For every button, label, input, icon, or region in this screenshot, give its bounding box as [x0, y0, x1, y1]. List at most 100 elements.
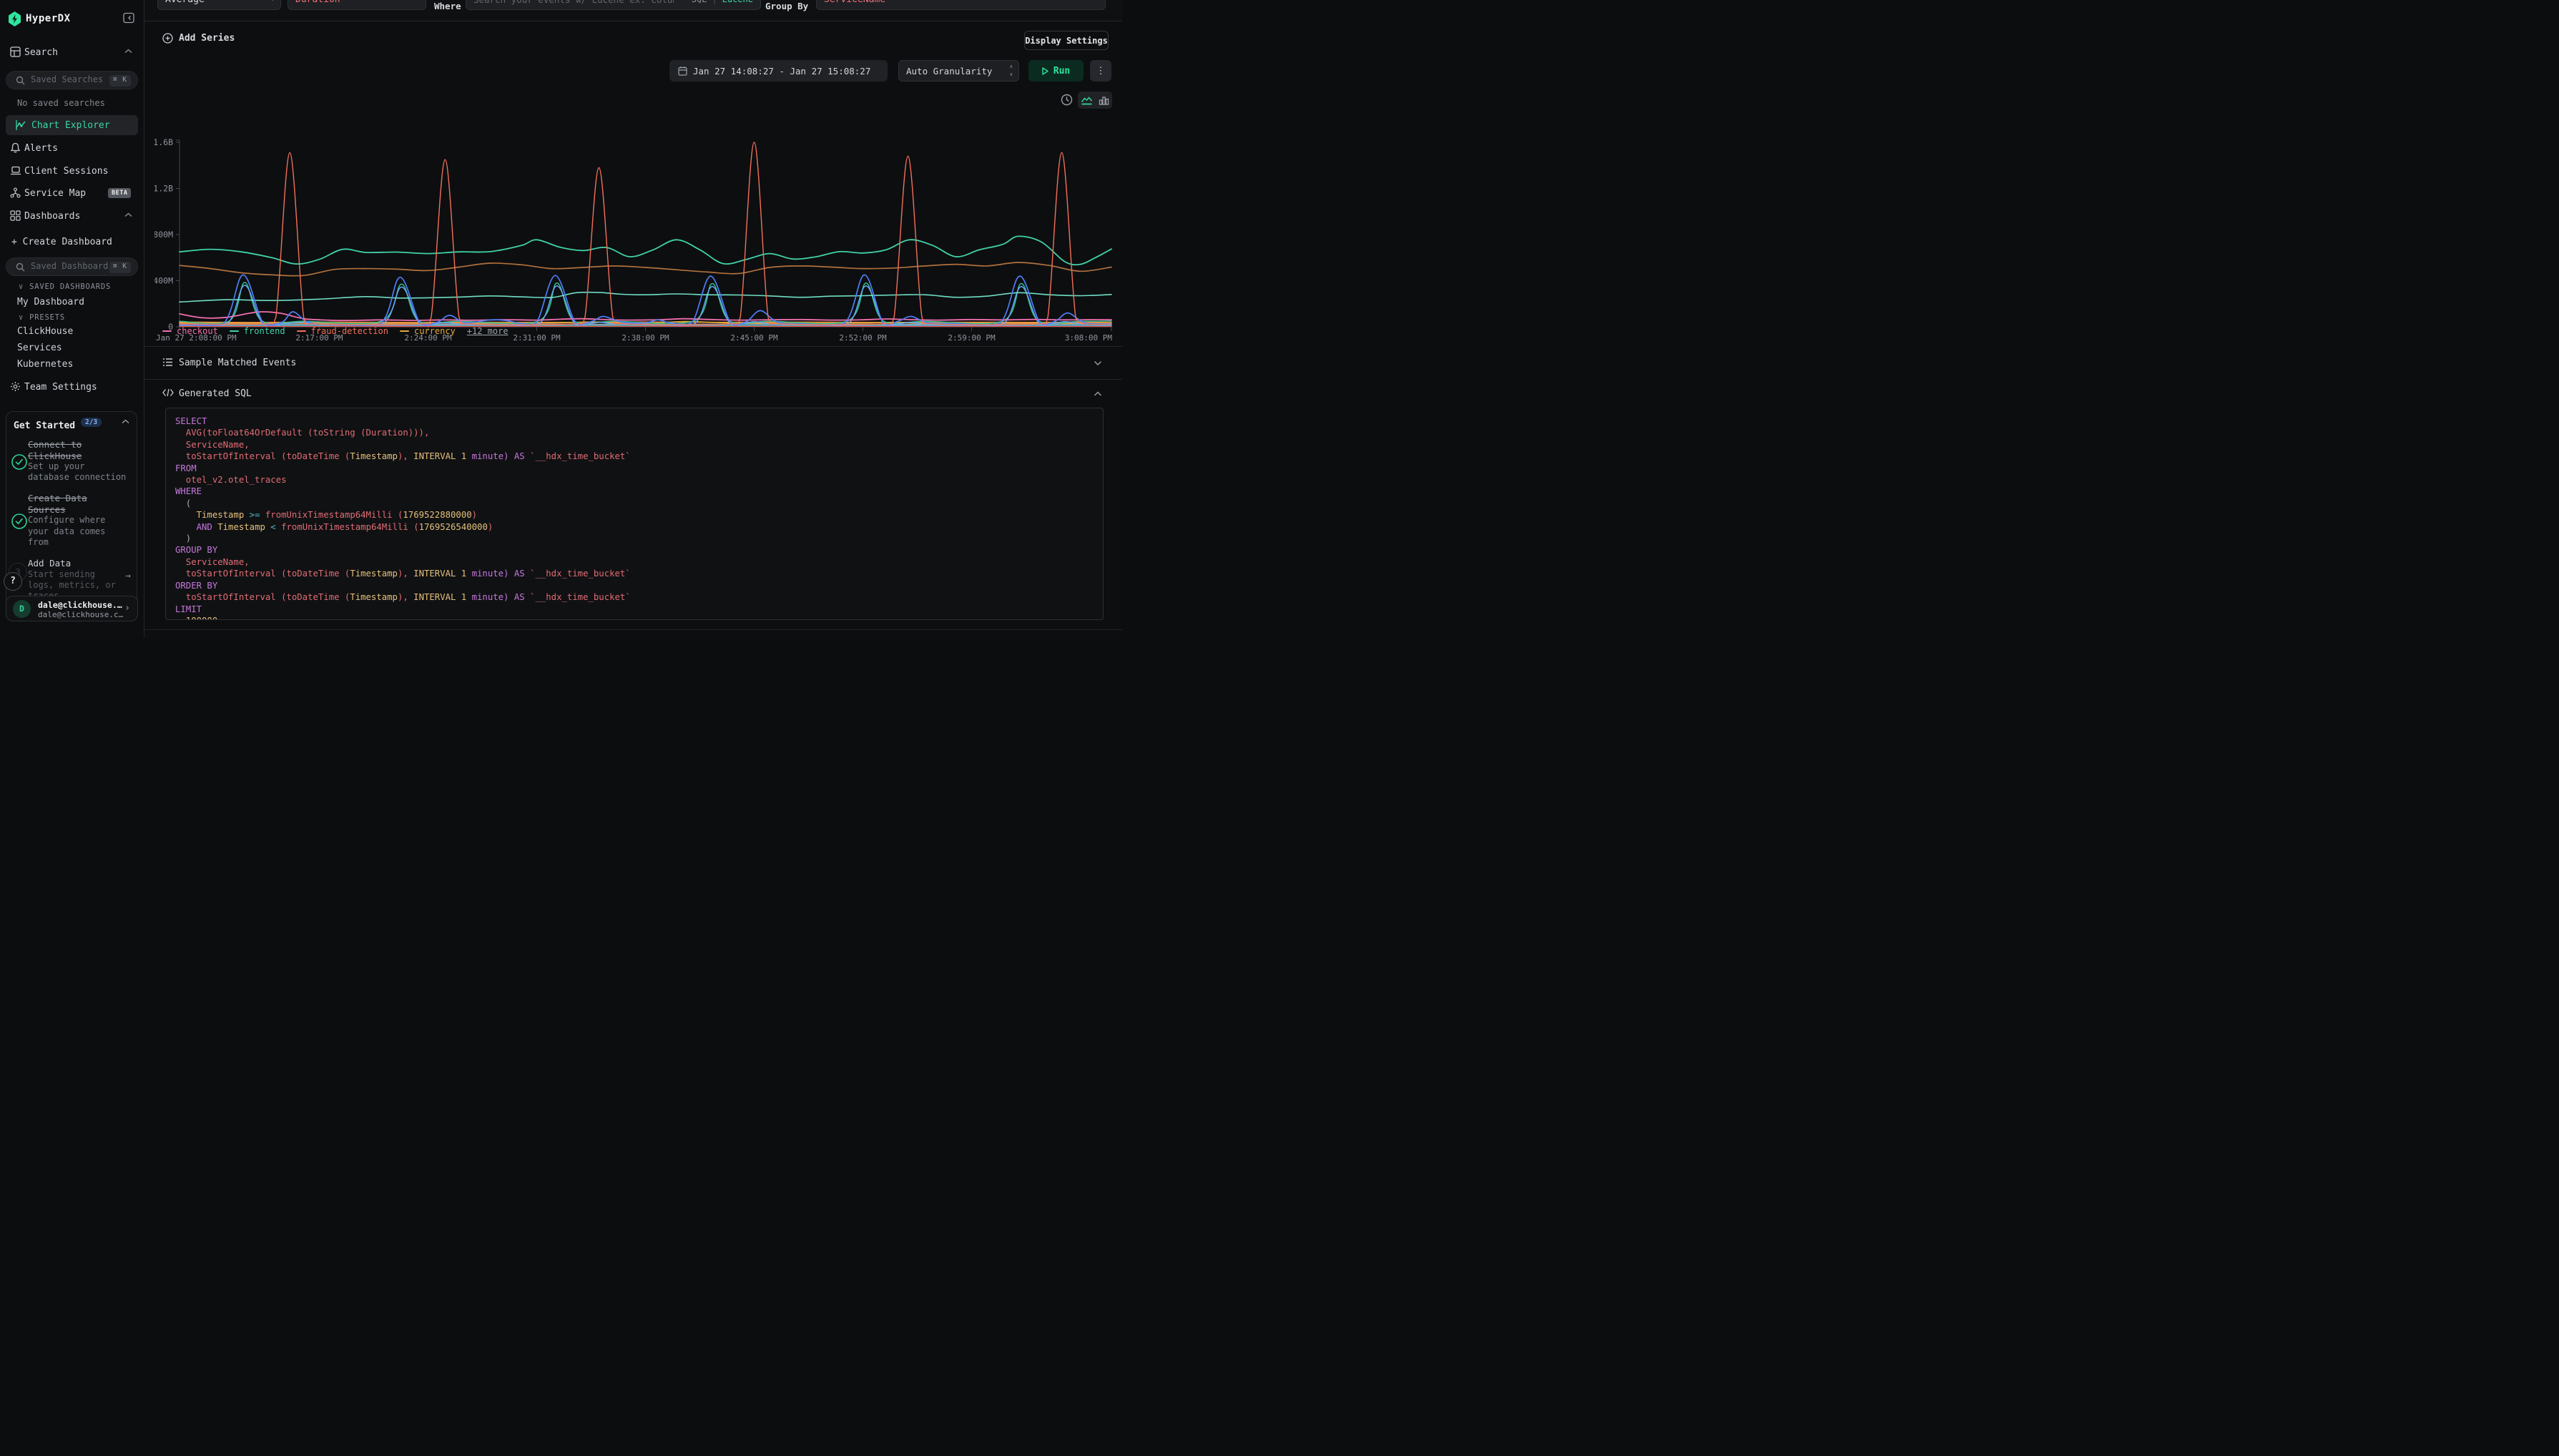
group-by-input-box[interactable]: [816, 0, 1106, 10]
saved-searches-input[interactable]: [31, 74, 108, 84]
service-map-icon: [10, 187, 21, 199]
line-chart-type-button[interactable]: [1081, 95, 1093, 106]
code-icon: [162, 388, 173, 399]
avatar: D: [13, 600, 31, 618]
sidebar-item-preset-kubernetes[interactable]: Kubernetes: [0, 357, 144, 373]
aggregation-value: Average: [165, 0, 205, 5]
sidebar-item-label: Team Settings: [24, 382, 97, 393]
chart-explorer-icon: [15, 119, 26, 131]
sample-matched-events-section[interactable]: Sample Matched Events: [144, 346, 1122, 379]
saved-searches-search[interactable]: ⌘ K: [6, 71, 138, 89]
get-started-step[interactable]: Create Data SourcesConfigure where your …: [6, 488, 137, 554]
legend-label: frontend: [244, 326, 285, 336]
sidebar-item-preset-clickhouse[interactable]: ClickHouse: [0, 324, 144, 340]
sidebar-item-alerts[interactable]: Alerts: [0, 142, 144, 155]
add-series-button[interactable]: Add Series: [162, 33, 235, 44]
legend-item-frontend[interactable]: frontend: [230, 326, 285, 336]
svg-text:800M: 800M: [154, 230, 173, 240]
table-icon: [10, 46, 21, 58]
granularity-value: Auto Granularity: [906, 66, 992, 77]
chevron-up-icon[interactable]: [124, 49, 132, 54]
sidebar-item-chart-explorer[interactable]: Chart Explorer: [6, 115, 138, 135]
generated-sql-section[interactable]: Generated SQL: [144, 379, 1122, 408]
granularity-select[interactable]: Auto Granularity ∧∨: [898, 60, 1019, 82]
step-title: Create Data Sources: [28, 493, 99, 515]
mode-divider: |: [712, 0, 717, 4]
step-title: Connect to ClickHouse: [28, 439, 99, 461]
get-started-progress-badge: 2/3: [81, 418, 102, 427]
legend-item-checkout[interactable]: checkout: [162, 326, 218, 336]
svg-text:2:38:00 PM: 2:38:00 PM: [622, 333, 669, 343]
lucene-search-input[interactable]: [473, 0, 674, 5]
svg-text:400M: 400M: [154, 276, 173, 286]
mode-lucene-toggle[interactable]: Lucene: [722, 0, 753, 4]
presets-section-header[interactable]: ∨PRESETS: [19, 313, 65, 322]
saved-dashboards-input[interactable]: [31, 261, 108, 271]
get-started-step[interactable]: Connect to ClickHouseSet up your databas…: [6, 435, 137, 488]
legend-swatch: [400, 330, 409, 333]
group-by-label: Group By: [765, 1, 808, 11]
sidebar-item-preset-services[interactable]: Services: [0, 340, 144, 357]
legend-item-fraud-detection[interactable]: fraud-detection: [297, 326, 388, 336]
bottom-divider: [144, 629, 1122, 630]
chevron-right-icon: ›: [124, 603, 130, 614]
sidebar-collapse-icon[interactable]: [123, 12, 136, 25]
generated-sql-code[interactable]: SELECT AVG(toFloat64OrDefault (toString …: [165, 408, 1104, 620]
help-button[interactable]: ?: [4, 572, 22, 591]
section-title: Generated SQL: [179, 388, 252, 399]
sidebar-item-dashboards[interactable]: Dashboards: [0, 210, 144, 223]
legend-swatch: [297, 330, 306, 333]
chevron-up-icon[interactable]: [1094, 391, 1102, 397]
app-title: HyperDX: [26, 13, 71, 24]
sidebar-item-search[interactable]: Search: [0, 46, 144, 59]
sidebar-item-label: Client Sessions: [24, 166, 108, 177]
saved-dashboards-section-header[interactable]: ∨SAVED DASHBOARDS: [19, 282, 111, 291]
legend-items: checkout frontend fraud-detection currency: [162, 326, 456, 336]
date-range-picker[interactable]: Jan 27 14:08:27 - Jan 27 15:08:27: [669, 60, 888, 82]
chevron-up-icon[interactable]: [124, 212, 132, 217]
beta-badge: BETA: [108, 188, 131, 198]
sidebar-item-client-sessions[interactable]: Client Sessions: [0, 165, 144, 178]
legend-label: checkout: [177, 326, 218, 336]
chevron-down-icon[interactable]: [1094, 360, 1102, 366]
user-menu[interactable]: D dale@clickhouse.… dale@clickhouse.c… ›: [6, 596, 138, 621]
get-started-title: Get Started: [14, 420, 75, 431]
sidebar-item-team-settings[interactable]: Team Settings: [0, 381, 144, 394]
search-icon: [16, 76, 25, 85]
display-settings-button[interactable]: Display Settings: [1024, 31, 1109, 50]
legend-more-link[interactable]: +12 more: [467, 326, 509, 336]
more-options-button[interactable]: ⋮: [1090, 60, 1111, 82]
run-button[interactable]: Run: [1028, 60, 1084, 82]
step-title: Add Data: [28, 558, 128, 569]
sidebar-item-service-map[interactable]: Service Map BETA: [0, 187, 144, 200]
chevron-up-icon[interactable]: [122, 419, 129, 424]
get-started-steps: Connect to ClickHouseSet up your databas…: [6, 435, 137, 607]
saved-dashboards-search[interactable]: ⌘ K: [6, 257, 138, 276]
chart-type-toggle: [1078, 92, 1112, 109]
laptop-icon: [10, 165, 21, 177]
sidebar-item-create-dashboard[interactable]: + Create Dashboard: [0, 236, 144, 249]
field-input[interactable]: [295, 0, 418, 5]
time-history-icon[interactable]: [1061, 94, 1073, 106]
plus-circle-icon: [162, 33, 173, 44]
check-circle-icon: [11, 513, 28, 530]
aggregation-select[interactable]: Average ▾: [157, 0, 281, 10]
search-box[interactable]: SQL | Lucene: [466, 0, 761, 10]
user-name: dale@clickhouse.…: [38, 600, 122, 610]
group-by-input[interactable]: [824, 0, 1098, 5]
svg-text:1.2B: 1.2B: [154, 184, 173, 194]
list-icon: [162, 358, 173, 368]
bar-chart-type-button[interactable]: [1099, 95, 1109, 105]
mode-sql-toggle[interactable]: SQL: [692, 0, 707, 4]
arrow-right-icon[interactable]: →: [125, 571, 131, 581]
no-saved-searches-note: No saved searches: [17, 98, 105, 108]
time-series-chart[interactable]: 0400M800M1.2B1.6BJan 27 2:08:00 PM2:17:0…: [154, 114, 1113, 352]
svg-text:2:52:00 PM: 2:52:00 PM: [839, 333, 887, 343]
field-input-box[interactable]: [288, 0, 426, 10]
legend-item-currency[interactable]: currency: [400, 326, 456, 336]
calendar-icon: [678, 66, 687, 76]
chevron-down-icon: ▾: [270, 0, 275, 4]
sidebar-item-my-dashboard[interactable]: My Dashboard: [0, 295, 144, 311]
hyperdx-logo-icon: [9, 11, 21, 26]
run-label: Run: [1053, 66, 1070, 77]
